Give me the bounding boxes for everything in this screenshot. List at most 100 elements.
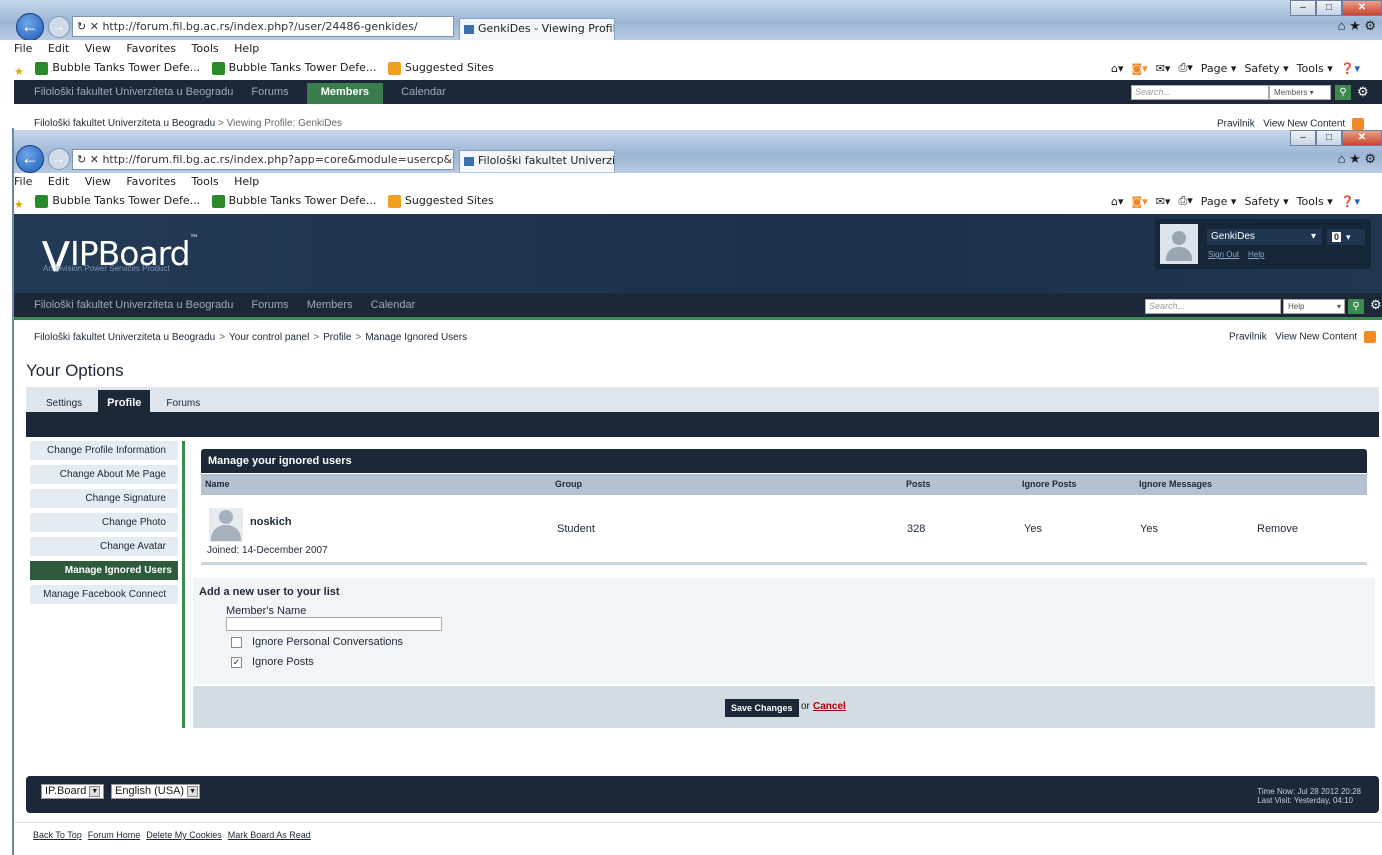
menu-edit[interactable]: Edit: [48, 42, 69, 55]
home-star-gear-icons[interactable]: ⌂ ★ ⚙: [1338, 18, 1376, 34]
back-button[interactable]: ←: [16, 13, 44, 41]
refresh-icon[interactable]: ↻ ✕: [77, 153, 102, 166]
close-icon[interactable]: ✕: [1342, 0, 1382, 16]
nav-site[interactable]: Filološki fakultet Univerziteta u Beogra…: [34, 86, 233, 98]
back-tab-active[interactable]: GenkiDes - Viewing Profile ... ✕: [459, 18, 615, 40]
menu-file[interactable]: File: [14, 42, 32, 55]
search-scope[interactable]: Help ▾: [1283, 299, 1345, 314]
cmd-tools[interactable]: Tools ▾: [1297, 62, 1333, 75]
home-star-gear-icons[interactable]: ⌂ ★ ⚙: [1338, 151, 1376, 167]
sidebar-item-facebook[interactable]: Manage Facebook Connect: [30, 585, 178, 604]
user-menu[interactable]: GenkiDes ▾: [1207, 229, 1322, 245]
fav-link-2[interactable]: Bubble Tanks Tower Defe...: [211, 191, 376, 211]
menu-tools[interactable]: Tools: [192, 175, 219, 188]
avatar[interactable]: [1160, 224, 1198, 264]
address-bar[interactable]: ↻ ✕ http://forum.fil.bg.ac.rs/index.php?…: [72, 149, 454, 170]
favorites-star-icon[interactable]: ★: [14, 195, 24, 215]
fav-link-3[interactable]: Suggested Sites: [387, 191, 494, 211]
mark-read-link[interactable]: Mark Board As Read: [228, 830, 311, 840]
forward-button[interactable]: →: [48, 16, 70, 38]
help-link[interactable]: Help: [1248, 250, 1264, 259]
cancel-link[interactable]: Cancel: [813, 701, 846, 712]
cmd-safety[interactable]: Safety ▾: [1244, 195, 1288, 208]
forum-home-link[interactable]: Forum Home: [88, 830, 141, 840]
back-search-input[interactable]: Search...: [1131, 85, 1269, 100]
menu-file[interactable]: File: [14, 175, 32, 188]
ignore-pc-checkbox[interactable]: [231, 637, 242, 648]
minimize-icon[interactable]: –: [1290, 0, 1316, 16]
favorites-star-icon[interactable]: ★: [14, 62, 24, 82]
save-button[interactable]: Save Changes: [725, 699, 799, 717]
cmd-safety[interactable]: Safety ▾: [1244, 62, 1288, 75]
forward-button[interactable]: →: [48, 148, 70, 170]
nav-forums[interactable]: Forums: [251, 86, 288, 98]
nav-members[interactable]: Members: [307, 299, 353, 311]
menu-edit[interactable]: Edit: [48, 175, 69, 188]
sidebar-item-signature[interactable]: Change Signature: [30, 489, 178, 508]
back-to-top-link[interactable]: Back To Top: [33, 830, 82, 840]
menu-favorites[interactable]: Favorites: [126, 42, 176, 55]
crumb-profile[interactable]: Profile: [323, 332, 351, 343]
back-search-go-icon[interactable]: ⚲: [1335, 85, 1351, 100]
home-icon[interactable]: ⌂▾: [1111, 195, 1124, 208]
menu-tools[interactable]: Tools: [192, 42, 219, 55]
search-options-icon[interactable]: ⚙: [1370, 297, 1382, 313]
rss-icon[interactable]: [1364, 331, 1376, 343]
rss-icon[interactable]: [1352, 118, 1364, 130]
sidebar-item-photo[interactable]: Change Photo: [30, 513, 178, 532]
remove-link[interactable]: Remove: [1257, 523, 1298, 535]
help-icon[interactable]: ❓▾: [1341, 62, 1360, 75]
menu-help[interactable]: Help: [234, 42, 259, 55]
mail-icon[interactable]: ✉▾: [1156, 62, 1171, 75]
search-go-icon[interactable]: ⚲: [1348, 299, 1364, 314]
minimize-icon[interactable]: –: [1290, 130, 1316, 146]
fav-link-1[interactable]: Bubble Tanks Tower Defe...: [35, 191, 200, 211]
delete-cookies-link[interactable]: Delete My Cookies: [146, 830, 222, 840]
fav-link-3[interactable]: Suggested Sites: [387, 58, 494, 78]
signout-link[interactable]: Sign Out: [1208, 250, 1239, 259]
new-content-link[interactable]: View New Content: [1275, 332, 1357, 343]
language-select[interactable]: English (USA) ▼: [111, 784, 200, 799]
back-search-scope[interactable]: Members ▾: [1269, 85, 1331, 100]
menu-favorites[interactable]: Favorites: [126, 175, 176, 188]
ignore-posts-checkbox[interactable]: ✓: [231, 657, 242, 668]
sidebar-item-profile-info[interactable]: Change Profile Information: [30, 441, 178, 460]
nav-calendar[interactable]: Calendar: [371, 299, 416, 311]
cmd-tools[interactable]: Tools ▾: [1297, 195, 1333, 208]
skin-select[interactable]: IP.Board ▼: [41, 784, 104, 799]
back-button[interactable]: ←: [16, 145, 44, 173]
rules-link[interactable]: Pravilnik: [1229, 332, 1267, 343]
nav-calendar[interactable]: Calendar: [401, 86, 446, 98]
crumb-ucp[interactable]: Your control panel: [229, 332, 309, 343]
row-username[interactable]: noskich: [250, 516, 292, 528]
avatar[interactable]: [209, 508, 243, 542]
close-icon[interactable]: ✕: [1342, 130, 1382, 146]
menu-view[interactable]: View: [85, 42, 111, 55]
cmd-page[interactable]: Page ▾: [1201, 62, 1237, 75]
print-icon[interactable]: ⎙▾: [1178, 194, 1192, 208]
nav-members[interactable]: Members: [306, 83, 384, 104]
menu-view[interactable]: View: [85, 175, 111, 188]
menu-help[interactable]: Help: [234, 175, 259, 188]
sidebar-item-avatar[interactable]: Change Avatar: [30, 537, 178, 556]
back-address-bar[interactable]: ↻ ✕ http://forum.fil.bg.ac.rs/index.php?…: [72, 16, 454, 37]
nav-site[interactable]: Filološki fakultet Univerziteta u Beogra…: [34, 299, 233, 311]
fav-link-1[interactable]: Bubble Tanks Tower Defe...: [35, 58, 200, 78]
fav-link-2[interactable]: Bubble Tanks Tower Defe...: [211, 58, 376, 78]
tab-active[interactable]: Filološki fakultet Univerzitet... ✕: [459, 150, 615, 172]
maximize-icon[interactable]: □: [1316, 130, 1342, 146]
back-search-options-icon[interactable]: ⚙: [1357, 84, 1369, 100]
help-icon[interactable]: ❓▾: [1341, 195, 1360, 208]
sidebar-item-about-me[interactable]: Change About Me Page: [30, 465, 178, 484]
print-icon[interactable]: ⎙▾: [1178, 61, 1192, 75]
member-name-field[interactable]: [226, 617, 442, 631]
rss-icon[interactable]: ◙▾: [1132, 62, 1148, 75]
maximize-icon[interactable]: □: [1316, 0, 1342, 16]
mail-icon[interactable]: ✉▾: [1156, 195, 1171, 208]
home-icon[interactable]: ⌂▾: [1111, 62, 1124, 75]
nav-forums[interactable]: Forums: [251, 299, 288, 311]
sidebar-item-ignored-users[interactable]: Manage Ignored Users: [30, 561, 178, 580]
search-input[interactable]: Search...: [1145, 299, 1281, 314]
cmd-page[interactable]: Page ▾: [1201, 195, 1237, 208]
rss-icon[interactable]: ◙▾: [1132, 195, 1148, 208]
